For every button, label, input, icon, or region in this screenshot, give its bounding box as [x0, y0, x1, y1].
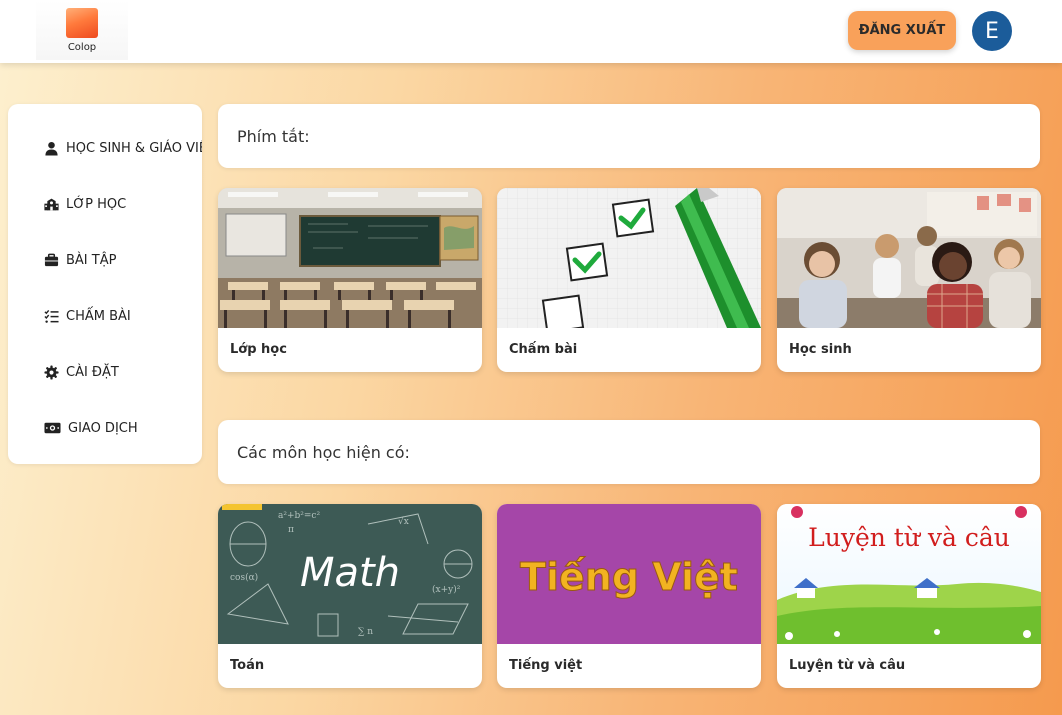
briefcase-icon	[42, 252, 60, 268]
sidebar-item-label: CHẤM BÀI	[66, 308, 131, 324]
svg-text:a²+b²=c²: a²+b²=c²	[278, 511, 320, 521]
svg-text:(x+y)²: (x+y)²	[432, 584, 461, 595]
sidebar-item-students-teachers[interactable]: HỌC SINH & GIÁO VIÊN	[42, 136, 202, 160]
money-icon	[42, 420, 62, 436]
checklist-pen-image	[497, 188, 761, 328]
classroom-image	[218, 188, 482, 328]
sidebar-item-grading[interactable]: CHẤM BÀI	[42, 304, 131, 328]
luyen-tu-va-cau-banner-image: Luyện từ và câu	[777, 504, 1041, 644]
sidebar-item-transactions[interactable]: GIAO DỊCH	[42, 416, 138, 440]
logout-button[interactable]: ĐĂNG XUẤT	[848, 11, 956, 50]
shortcut-card-grading[interactable]: Chấm bài	[497, 188, 761, 372]
subject-card-math[interactable]: a²+b²=c² √x cos(α) ∑ n (x+y)² π Math Toán	[218, 504, 482, 688]
svg-text:cos(α): cos(α)	[230, 572, 258, 583]
tieng-viet-image-title: Tiếng Việt	[520, 555, 738, 599]
sidebar-item-assignments[interactable]: BÀI TẬP	[42, 248, 116, 272]
subject-card-tieng-viet[interactable]: Tiếng Việt Tiếng việt	[497, 504, 761, 688]
school-icon	[42, 196, 60, 212]
sidebar-item-label: BÀI TẬP	[66, 252, 117, 268]
svg-text:π: π	[288, 525, 294, 535]
shortcut-card-students[interactable]: Học sinh	[777, 188, 1041, 372]
card-label: Lớp học	[230, 342, 287, 357]
shortcut-card-classes[interactable]: Lớp học	[218, 188, 482, 372]
shortcuts-panel: Phím tắt:	[218, 104, 1040, 168]
avatar[interactable]: E	[972, 11, 1012, 51]
subject-card-luyen-tu-va-cau[interactable]: Luyện từ và câu Luyện từ và câu	[777, 504, 1041, 688]
tieng-viet-banner-image: Tiếng Việt	[497, 504, 761, 644]
students-image	[777, 188, 1041, 328]
logo-text: Colop	[67, 41, 97, 53]
person-icon	[42, 140, 60, 156]
logo[interactable]: Colop	[36, 0, 128, 60]
card-label: Chấm bài	[509, 342, 578, 357]
card-label: Học sinh	[789, 342, 852, 357]
card-label: Luyện từ và câu	[789, 658, 906, 673]
svg-text:∑ n: ∑ n	[358, 627, 373, 637]
logo-mark-icon	[66, 7, 98, 38]
sidebar-item-classes[interactable]: LỚP HỌC	[42, 192, 126, 216]
svg-text:√x: √x	[398, 516, 409, 527]
checklist-icon	[42, 308, 60, 324]
gear-icon	[42, 364, 60, 380]
sidebar-item-label: LỚP HỌC	[66, 196, 127, 212]
card-label: Tiếng việt	[509, 658, 583, 673]
subjects-panel: Các môn học hiện có:	[218, 420, 1040, 484]
subjects-title: Các môn học hiện có:	[237, 443, 410, 462]
sidebar-item-label: CÀI ĐẶT	[66, 364, 119, 380]
math-image-title: Math	[300, 550, 400, 596]
math-chalkboard-image: a²+b²=c² √x cos(α) ∑ n (x+y)² π Math	[218, 504, 482, 644]
sidebar-item-label: HỌC SINH & GIÁO VIÊN	[66, 140, 202, 156]
card-label: Toán	[230, 658, 265, 673]
shortcuts-title: Phím tắt:	[237, 127, 310, 146]
sidebar: HỌC SINH & GIÁO VIÊN LỚP HỌC BÀI TẬP CHẤ…	[8, 104, 202, 464]
luyen-tu-image-title: Luyện từ và câu	[808, 523, 1010, 552]
sidebar-item-settings[interactable]: CÀI ĐẶT	[42, 360, 119, 384]
top-header: Colop ĐĂNG XUẤT E	[0, 0, 1062, 63]
sidebar-item-label: GIAO DỊCH	[68, 420, 138, 436]
